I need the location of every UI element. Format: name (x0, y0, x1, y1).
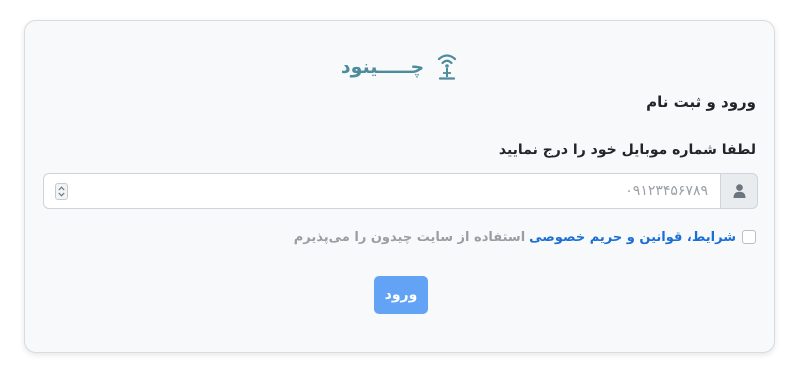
logo-text: چـــــینود (340, 55, 425, 78)
phone-input[interactable] (76, 174, 708, 208)
login-button[interactable]: ورود (374, 276, 428, 314)
terms-link[interactable]: شرایط، قوانین و حریم خصوصی (529, 230, 736, 245)
wifi-tower-icon (438, 54, 457, 80)
terms-row: شرایط، قوانین و حریم خصوصی استفاده از سا… (294, 228, 756, 246)
terms-text: استفاده از سایت چیدون را می‌پذیرم (293, 229, 526, 245)
form-title: ورود و ثبت نام (646, 93, 756, 111)
terms-checkbox[interactable] (742, 230, 756, 244)
phone-field (43, 173, 720, 209)
number-spinner[interactable] (55, 183, 68, 200)
logo[interactable]: چـــــینود (25, 51, 774, 83)
login-card: چـــــینود ورود و ثبت نام لطفا شماره موب… (24, 20, 775, 353)
phone-input-group (43, 173, 758, 209)
spinner-arrows-icon (58, 186, 65, 197)
user-addon (720, 173, 758, 209)
user-icon (733, 184, 745, 198)
phone-label: لطفا شماره موبایل خود را درج نمایید (498, 142, 756, 158)
